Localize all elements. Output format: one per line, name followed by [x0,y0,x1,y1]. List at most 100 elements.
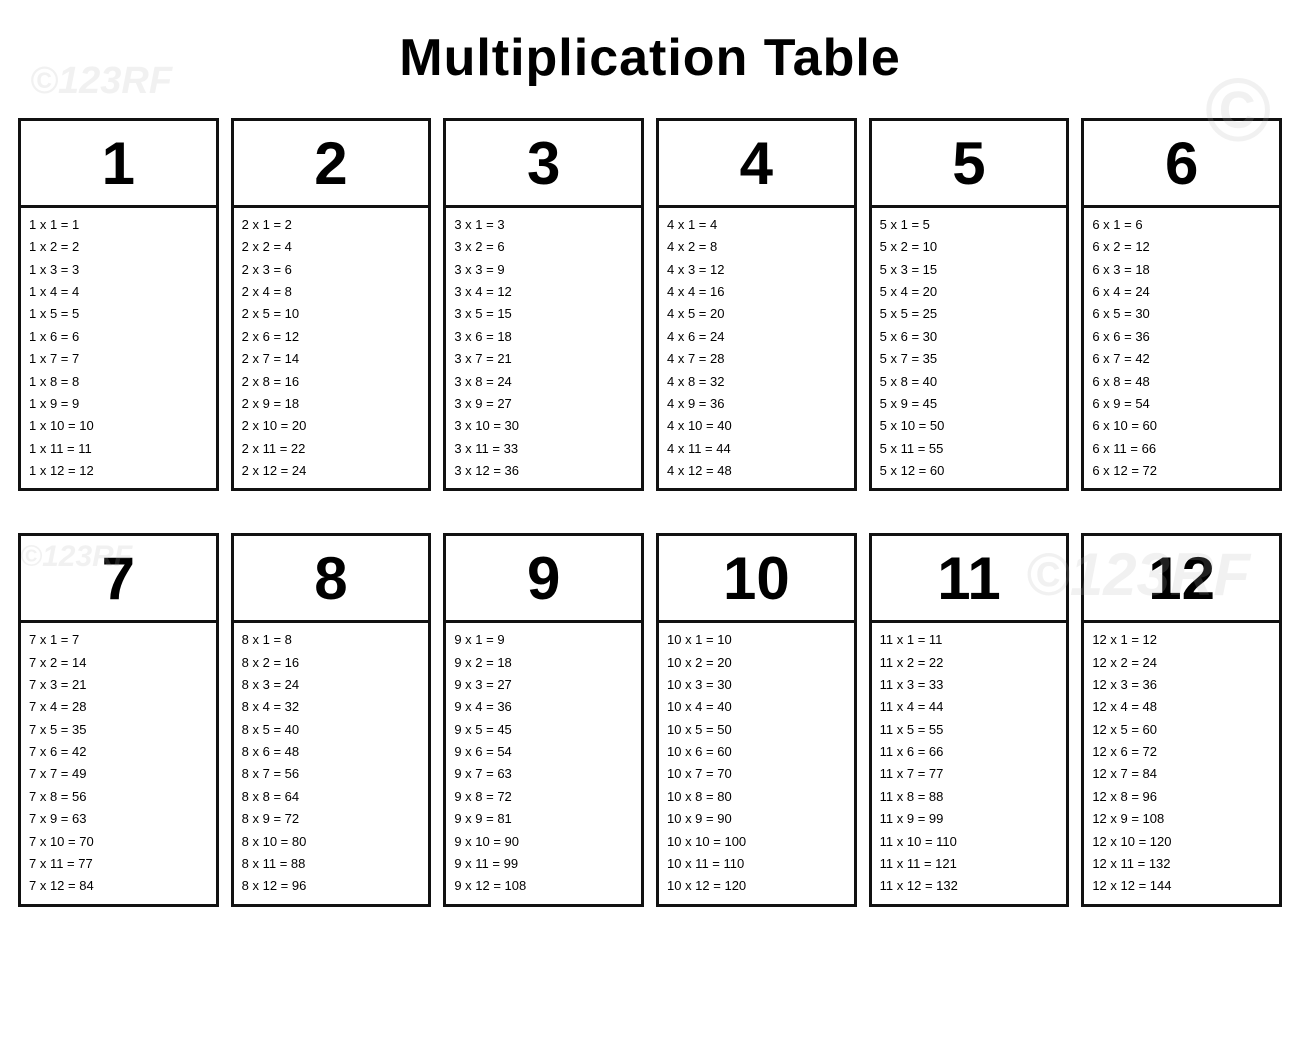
table-row: 4 x 5 = 20 [667,303,846,325]
table-body-7: 7 x 1 = 77 x 2 = 147 x 3 = 217 x 4 = 287… [21,623,216,903]
table-row: 2 x 1 = 2 [242,214,421,236]
table-row: 4 x 12 = 48 [667,460,846,482]
table-header-1: 1 [21,121,216,208]
table-card-8: 88 x 1 = 88 x 2 = 168 x 3 = 248 x 4 = 32… [231,533,432,906]
table-row: 3 x 8 = 24 [454,371,633,393]
table-row: 1 x 8 = 8 [29,371,208,393]
table-row: 9 x 8 = 72 [454,786,633,808]
table-row: 3 x 4 = 12 [454,281,633,303]
table-row: 12 x 1 = 12 [1092,629,1271,651]
table-card-10: 1010 x 1 = 1010 x 2 = 2010 x 3 = 3010 x … [656,533,857,906]
table-card-5: 55 x 1 = 55 x 2 = 105 x 3 = 155 x 4 = 20… [869,118,1070,491]
table-row: 10 x 4 = 40 [667,696,846,718]
table-header-11: 11 [872,536,1067,623]
table-row: 5 x 9 = 45 [880,393,1059,415]
table-row: 6 x 9 = 54 [1092,393,1271,415]
table-row: 11 x 7 = 77 [880,763,1059,785]
table-row: 12 x 6 = 72 [1092,741,1271,763]
table-row: 4 x 9 = 36 [667,393,846,415]
table-card-4: 44 x 1 = 44 x 2 = 84 x 3 = 124 x 4 = 164… [656,118,857,491]
table-row: 7 x 3 = 21 [29,674,208,696]
table-row: 6 x 10 = 60 [1092,415,1271,437]
table-row: 3 x 2 = 6 [454,236,633,258]
table-card-1: 11 x 1 = 11 x 2 = 21 x 3 = 31 x 4 = 41 x… [18,118,219,491]
table-row: 2 x 6 = 12 [242,326,421,348]
table-row: 12 x 7 = 84 [1092,763,1271,785]
table-row: 4 x 7 = 28 [667,348,846,370]
table-row: 5 x 1 = 5 [880,214,1059,236]
table-row: 9 x 4 = 36 [454,696,633,718]
table-row: 7 x 2 = 14 [29,652,208,674]
table-row: 9 x 9 = 81 [454,808,633,830]
table-row: 5 x 11 = 55 [880,438,1059,460]
table-row: 6 x 2 = 12 [1092,236,1271,258]
table-row: 2 x 4 = 8 [242,281,421,303]
table-row: 1 x 10 = 10 [29,415,208,437]
table-row: 10 x 10 = 100 [667,831,846,853]
table-row: 5 x 5 = 25 [880,303,1059,325]
table-row: 3 x 11 = 33 [454,438,633,460]
table-row: 2 x 3 = 6 [242,259,421,281]
table-row: 1 x 4 = 4 [29,281,208,303]
table-header-9: 9 [446,536,641,623]
table-row: 6 x 6 = 36 [1092,326,1271,348]
table-row: 3 x 1 = 3 [454,214,633,236]
table-row: 8 x 5 = 40 [242,719,421,741]
table-row: 7 x 11 = 77 [29,853,208,875]
table-row: 2 x 8 = 16 [242,371,421,393]
table-row: 9 x 2 = 18 [454,652,633,674]
table-row: 7 x 6 = 42 [29,741,208,763]
table-row: 11 x 4 = 44 [880,696,1059,718]
table-row: 1 x 7 = 7 [29,348,208,370]
table-body-3: 3 x 1 = 33 x 2 = 63 x 3 = 93 x 4 = 123 x… [446,208,641,488]
table-row: 8 x 4 = 32 [242,696,421,718]
tables-grid: 11 x 1 = 11 x 2 = 21 x 3 = 31 x 4 = 41 x… [0,108,1300,917]
table-body-12: 12 x 1 = 1212 x 2 = 2412 x 3 = 3612 x 4 … [1084,623,1279,903]
table-row: 6 x 5 = 30 [1092,303,1271,325]
table-row: 4 x 10 = 40 [667,415,846,437]
table-row: 5 x 8 = 40 [880,371,1059,393]
section-gap [18,503,1282,521]
table-row: 4 x 2 = 8 [667,236,846,258]
table-row: 3 x 9 = 27 [454,393,633,415]
table-row: 10 x 8 = 80 [667,786,846,808]
table-header-3: 3 [446,121,641,208]
table-row: 3 x 5 = 15 [454,303,633,325]
table-row: 8 x 11 = 88 [242,853,421,875]
table-body-11: 11 x 1 = 1111 x 2 = 2211 x 3 = 3311 x 4 … [872,623,1067,903]
table-row: 12 x 9 = 108 [1092,808,1271,830]
table-header-12: 12 [1084,536,1279,623]
table-row: 1 x 9 = 9 [29,393,208,415]
table-row: 12 x 10 = 120 [1092,831,1271,853]
table-row: 4 x 3 = 12 [667,259,846,281]
table-row: 2 x 7 = 14 [242,348,421,370]
table-row: 2 x 9 = 18 [242,393,421,415]
table-header-5: 5 [872,121,1067,208]
table-row: 10 x 1 = 10 [667,629,846,651]
table-row: 11 x 1 = 11 [880,629,1059,651]
table-row: 4 x 1 = 4 [667,214,846,236]
table-row: 7 x 4 = 28 [29,696,208,718]
table-row: 8 x 9 = 72 [242,808,421,830]
table-card-2: 22 x 1 = 22 x 2 = 42 x 3 = 62 x 4 = 82 x… [231,118,432,491]
table-row: 9 x 12 = 108 [454,875,633,897]
table-row: 12 x 3 = 36 [1092,674,1271,696]
table-row: 10 x 12 = 120 [667,875,846,897]
table-row: 4 x 4 = 16 [667,281,846,303]
table-row: 4 x 11 = 44 [667,438,846,460]
table-row: 12 x 4 = 48 [1092,696,1271,718]
table-body-8: 8 x 1 = 88 x 2 = 168 x 3 = 248 x 4 = 328… [234,623,429,903]
table-body-9: 9 x 1 = 99 x 2 = 189 x 3 = 279 x 4 = 369… [446,623,641,903]
table-row: 7 x 7 = 49 [29,763,208,785]
table-card-12: 1212 x 1 = 1212 x 2 = 2412 x 3 = 3612 x … [1081,533,1282,906]
table-row: 2 x 11 = 22 [242,438,421,460]
table-row: 9 x 5 = 45 [454,719,633,741]
table-row: 3 x 6 = 18 [454,326,633,348]
table-row: 8 x 2 = 16 [242,652,421,674]
table-header-4: 4 [659,121,854,208]
table-row: 5 x 3 = 15 [880,259,1059,281]
table-row: 9 x 7 = 63 [454,763,633,785]
table-row: 8 x 8 = 64 [242,786,421,808]
table-row: 10 x 6 = 60 [667,741,846,763]
table-card-9: 99 x 1 = 99 x 2 = 189 x 3 = 279 x 4 = 36… [443,533,644,906]
